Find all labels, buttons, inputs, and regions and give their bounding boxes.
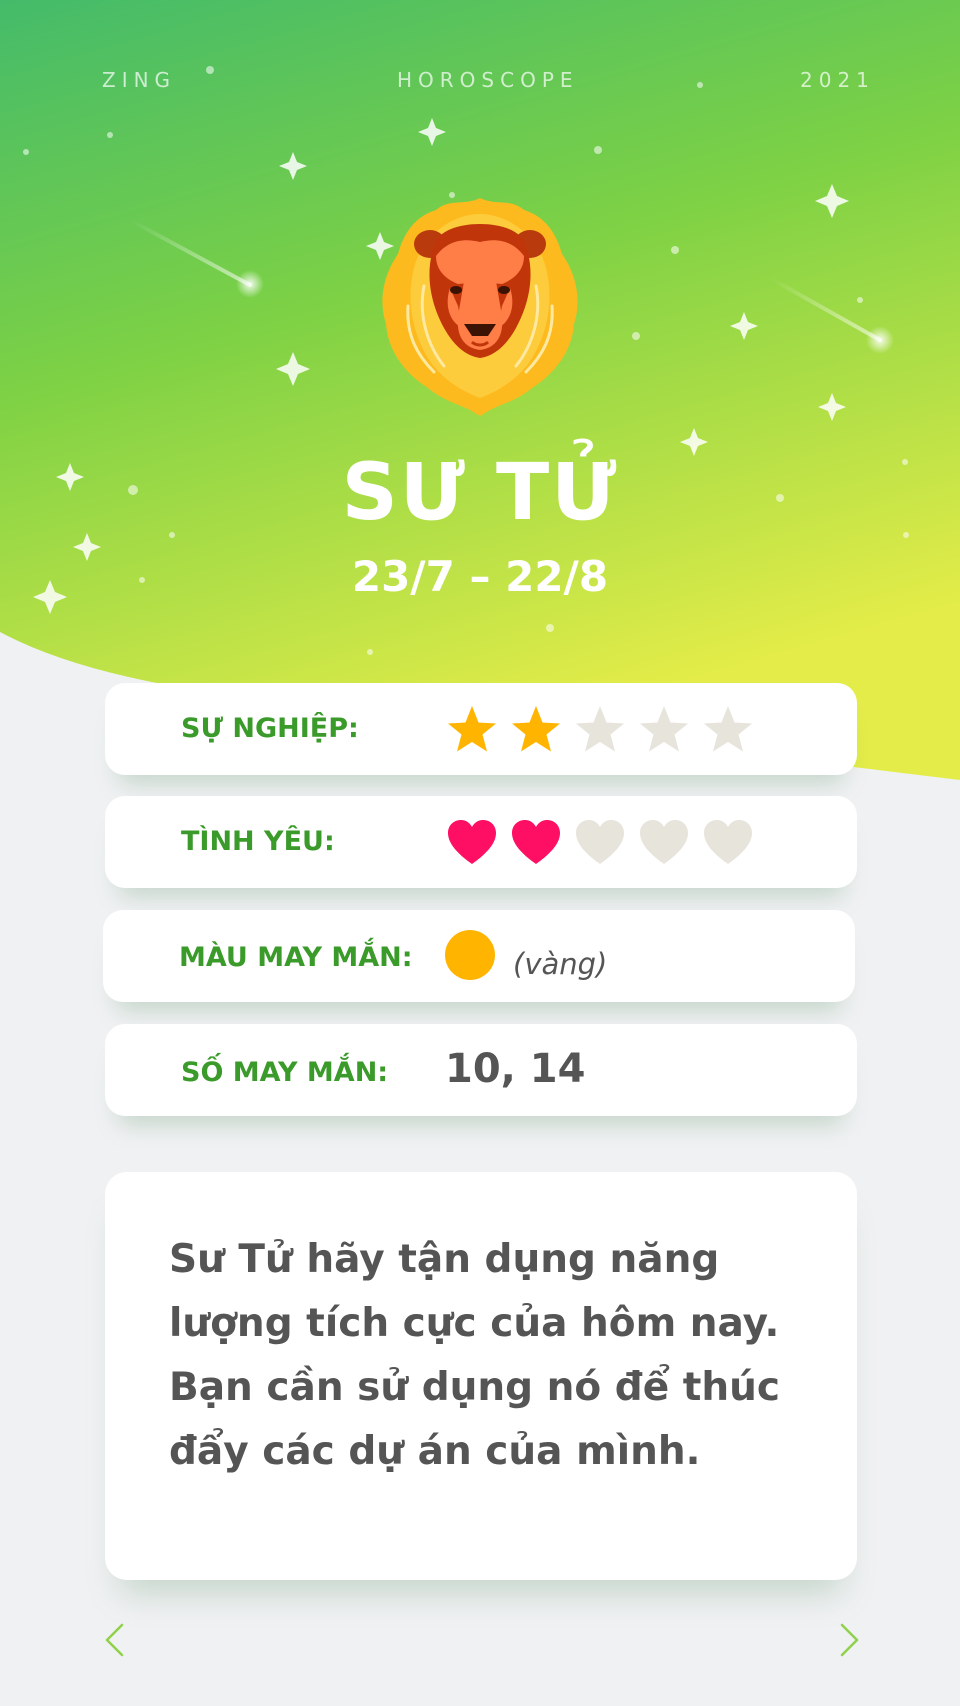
career-star-icon-filled [512, 706, 560, 752]
career-label: SỰ NGHIỆP: [181, 713, 359, 744]
career-star-icon-filled [448, 706, 496, 752]
career-card: SỰ NGHIỆP: [105, 683, 857, 775]
lucky-number-card: SỐ MAY MẮN: 10, 14 [105, 1024, 857, 1116]
lion-icon [382, 198, 578, 416]
brand-label: ZING [102, 68, 177, 92]
sign-name: SƯ TỬ [341, 448, 619, 538]
description-card: Sư Tử hãy tận dụng năng lượng tích cực c… [105, 1172, 857, 1580]
lucky-number-value: 10, 14 [445, 1046, 586, 1092]
description-text: Sư Tử hãy tận dụng năng lượng tích cực c… [169, 1237, 781, 1474]
chevron-right-icon[interactable] [838, 1622, 862, 1658]
love-rating [445, 816, 765, 870]
lucky-color-name: (vàng) [513, 947, 608, 981]
love-heart-icon-filled [512, 820, 560, 864]
career-star-icon-empty [640, 706, 688, 752]
love-label: TÌNH YÊU: [181, 826, 335, 857]
header-title: HOROSCOPE [397, 68, 579, 92]
career-star-icon-empty [576, 706, 624, 752]
career-rating [445, 703, 765, 757]
love-heart-icon-empty [576, 820, 624, 864]
love-card: TÌNH YÊU: [105, 796, 857, 888]
horoscope-page: ZING HOROSCOPE 2021 SƯ TỬ 23/7 – 22/8 SỰ… [0, 0, 960, 1706]
chevron-left-icon[interactable] [102, 1622, 126, 1658]
lucky-number-label: SỐ MAY MẮN: [181, 1057, 389, 1088]
lucky-color-card: MÀU MAY MẮN: (vàng) [103, 910, 855, 1002]
love-heart-icon-empty [640, 820, 688, 864]
career-star-icon-empty [704, 706, 752, 752]
love-heart-icon-empty [704, 820, 752, 864]
lucky-color-swatch [445, 930, 495, 980]
year-label: 2021 [800, 68, 875, 92]
love-heart-icon-filled [448, 820, 496, 864]
sign-dates: 23/7 – 22/8 [351, 552, 609, 601]
header-bar: ZING HOROSCOPE 2021 [0, 68, 960, 98]
lucky-color-label: MÀU MAY MẮN: [179, 942, 413, 973]
